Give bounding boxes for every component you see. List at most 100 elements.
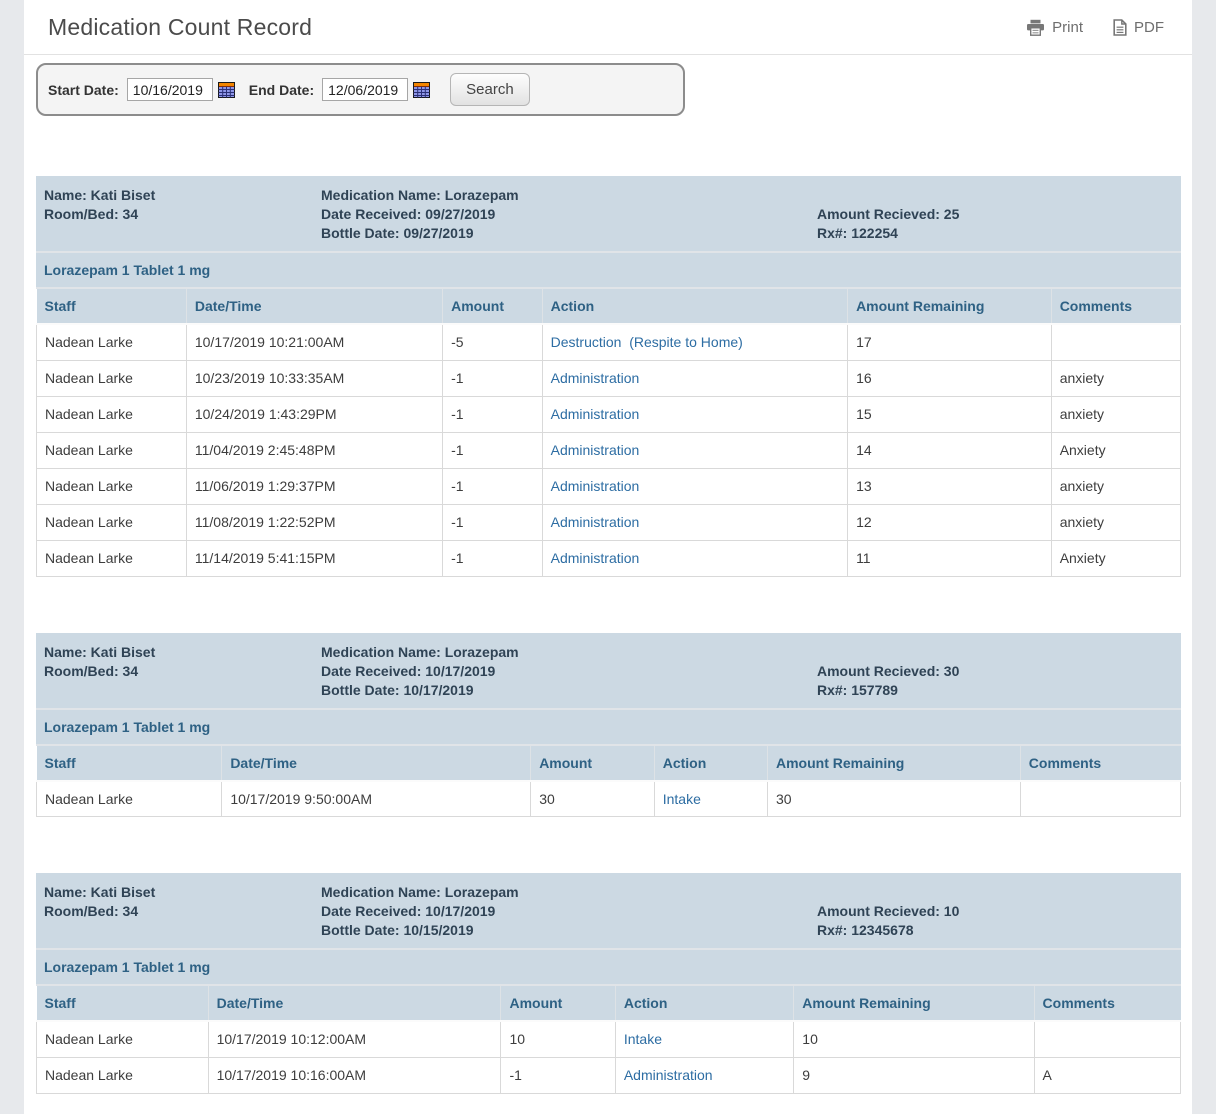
action-link[interactable]: Administration	[551, 478, 640, 494]
search-button[interactable]: Search	[450, 73, 530, 106]
action-link[interactable]: Destruction (Respite to Home)	[551, 334, 743, 350]
amount-remaining-cell: 17	[848, 324, 1052, 360]
medication-info-column: Medication Name: Lorazepam Date Received…	[321, 186, 817, 243]
print-button-label: Print	[1052, 19, 1083, 36]
datetime-cell: 11/14/2019 5:41:15PM	[186, 540, 442, 576]
amount-cell: -1	[501, 1057, 615, 1093]
staff-cell: Nadean Larke	[37, 360, 187, 396]
datetime-cell: 11/08/2019 1:22:52PM	[186, 504, 442, 540]
print-icon	[1026, 19, 1045, 36]
datetime-cell: 10/24/2019 1:43:29PM	[186, 396, 442, 432]
medication-record: Name: Kati Biset Room/Bed: 34 Medication…	[36, 633, 1181, 818]
action-link[interactable]: Administration	[551, 550, 640, 566]
action-cell: Administration	[542, 396, 847, 432]
table-row: Nadean Larke10/17/2019 10:21:00AM-5 Destr…	[37, 324, 1181, 360]
comments-cell: Anxiety	[1051, 540, 1180, 576]
action-link[interactable]: Administration	[551, 514, 640, 530]
table-header-row: StaffDate/TimeAmountActionAmount Remaini…	[37, 746, 1181, 781]
table-row: Nadean Larke10/17/2019 10:12:00AM10Intak…	[37, 1021, 1181, 1057]
amount-cell: -1	[443, 504, 543, 540]
amount-remaining-cell: 9	[794, 1057, 1034, 1093]
column-header: Staff	[37, 289, 187, 324]
start-date-calendar-button[interactable]	[218, 82, 235, 98]
column-header: Amount	[531, 746, 655, 781]
column-header: Date/Time	[186, 289, 442, 324]
table-row: Nadean Larke10/23/2019 10:33:35AM-1Admin…	[37, 360, 1181, 396]
action-cell: Intake	[654, 781, 767, 817]
medication-name: Medication Name: Lorazepam	[321, 186, 817, 205]
pdf-button-label: PDF	[1134, 19, 1164, 36]
comments-cell: anxiety	[1051, 468, 1180, 504]
count-table: StaffDate/TimeAmountActionAmount Remaini…	[36, 746, 1181, 818]
action-cell: Administration	[542, 468, 847, 504]
patient-info-column: Name: Kati Biset Room/Bed: 34	[44, 643, 321, 700]
bottle-date: Bottle Date: 10/15/2019	[321, 921, 817, 940]
action-link[interactable]: Administration	[551, 442, 640, 458]
amount-remaining-cell: 10	[794, 1021, 1034, 1057]
patient-info-column: Name: Kati Biset Room/Bed: 34	[44, 186, 321, 243]
pdf-button[interactable]: PDF	[1113, 19, 1164, 36]
medication-title: Lorazepam 1 Tablet 1 mg	[36, 948, 1181, 986]
count-table: StaffDate/TimeAmountActionAmount Remaini…	[36, 986, 1181, 1094]
comments-cell: anxiety	[1051, 504, 1180, 540]
amount-received: Amount Recieved: 10	[817, 902, 1173, 921]
column-header: Staff	[37, 746, 222, 781]
calendar-icon	[413, 86, 430, 101]
room-bed: Room/Bed: 34	[44, 662, 321, 681]
date-received: Date Received: 09/27/2019	[321, 205, 817, 224]
action-cell: Destruction (Respite to Home)	[542, 324, 847, 360]
medication-title: Lorazepam 1 Tablet 1 mg	[36, 708, 1181, 746]
action-cell: Administration	[615, 1057, 793, 1093]
bottle-date: Bottle Date: 09/27/2019	[321, 224, 817, 243]
medication-record: Name: Kati Biset Room/Bed: 34 Medication…	[36, 176, 1181, 577]
datetime-cell: 11/06/2019 1:29:37PM	[186, 468, 442, 504]
column-header: Comments	[1051, 289, 1180, 324]
comments-cell: anxiety	[1051, 360, 1180, 396]
column-header: Date/Time	[208, 986, 501, 1021]
comments-cell	[1020, 781, 1180, 817]
action-link[interactable]: Administration	[551, 370, 640, 386]
amount-remaining-cell: 30	[767, 781, 1020, 817]
record-header: Name: Kati Biset Room/Bed: 34 Medication…	[36, 873, 1181, 948]
table-row: Nadean Larke10/24/2019 1:43:29PM-1Admini…	[37, 396, 1181, 432]
amount-info-column: Amount Recieved: 25 Rx#: 122254	[817, 186, 1173, 243]
column-header: Amount Remaining	[767, 746, 1020, 781]
table-row: Nadean Larke10/17/2019 10:16:00AM-1Admin…	[37, 1057, 1181, 1093]
datetime-cell: 10/17/2019 10:21:00AM	[186, 324, 442, 360]
records-list: Name: Kati Biset Room/Bed: 34 Medication…	[36, 176, 1181, 1094]
pdf-icon	[1113, 19, 1127, 36]
amount-remaining-cell: 16	[848, 360, 1052, 396]
amount-cell: -5	[443, 324, 543, 360]
staff-cell: Nadean Larke	[37, 1057, 209, 1093]
date-received: Date Received: 10/17/2019	[321, 662, 817, 681]
action-cell: Administration	[542, 540, 847, 576]
staff-cell: Nadean Larke	[37, 324, 187, 360]
datetime-cell: 11/04/2019 2:45:48PM	[186, 432, 442, 468]
end-date-input[interactable]	[322, 78, 408, 101]
action-cell: Administration	[542, 360, 847, 396]
action-link[interactable]: Administration	[551, 406, 640, 422]
amount-remaining-cell: 11	[848, 540, 1052, 576]
amount-remaining-cell: 15	[848, 396, 1052, 432]
record-header: Name: Kati Biset Room/Bed: 34 Medication…	[36, 176, 1181, 251]
comments-cell: Anxiety	[1051, 432, 1180, 468]
staff-cell: Nadean Larke	[37, 504, 187, 540]
action-link[interactable]: Administration	[624, 1067, 713, 1083]
start-date-label: Start Date:	[48, 82, 119, 98]
print-button[interactable]: Print	[1026, 19, 1083, 36]
column-header: Comments	[1020, 746, 1180, 781]
action-link[interactable]: Intake	[624, 1031, 662, 1047]
action-cell: Administration	[542, 432, 847, 468]
amount-remaining-cell: 14	[848, 432, 1052, 468]
column-header: Comments	[1034, 986, 1180, 1021]
start-date-input[interactable]	[127, 78, 213, 101]
topbar: Medication Count Record Print	[24, 0, 1192, 55]
column-header: Staff	[37, 986, 209, 1021]
rx-number: Rx#: 12345678	[817, 921, 1173, 940]
room-bed: Room/Bed: 34	[44, 902, 321, 921]
end-date-calendar-button[interactable]	[413, 82, 430, 98]
comments-cell: A	[1034, 1057, 1180, 1093]
action-link[interactable]: Intake	[663, 791, 701, 807]
datetime-cell: 10/23/2019 10:33:35AM	[186, 360, 442, 396]
staff-cell: Nadean Larke	[37, 396, 187, 432]
